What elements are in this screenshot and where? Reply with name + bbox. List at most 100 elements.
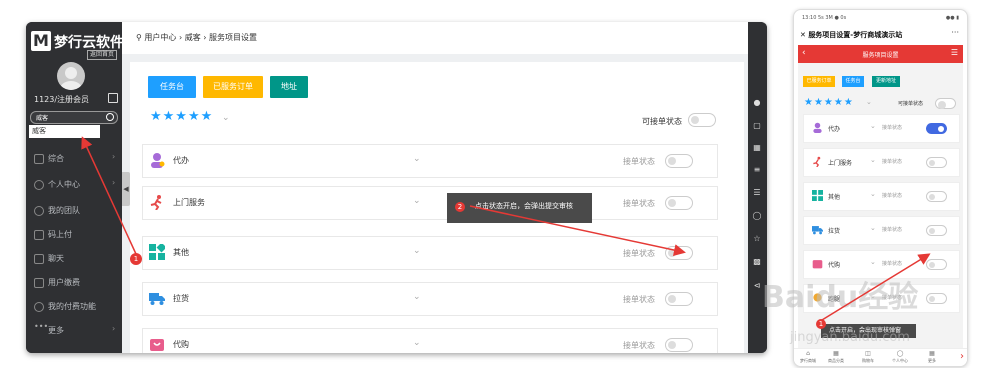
phone-row-home-visit[interactable]: 上门服务 ⌄ 接单状态 — [803, 148, 960, 177]
qrcode-icon[interactable]: ▦ — [752, 143, 762, 153]
phone-row-errand[interactable]: 代办 ⌄ 接单状态 — [803, 114, 960, 143]
service-row-purchase[interactable]: 代购 ⌄ 接单状态 — [142, 328, 718, 353]
sidebar-item-team[interactable]: 我的团队 — [26, 202, 122, 220]
paid-icon — [34, 302, 44, 312]
chevron-down-icon[interactable]: ⌄ — [413, 196, 421, 206]
phone-row-other[interactable]: 其他 ⌄ 接单状态 — [803, 182, 960, 211]
sidebar-item-overview[interactable]: 综合 › — [26, 150, 122, 168]
sidebar-item-label: 用户缴费 — [48, 278, 80, 287]
available-toggle[interactable] — [688, 113, 716, 127]
cart-icon[interactable]: ≡ — [752, 165, 762, 175]
service-row-freight[interactable]: 拉货 ⌄ 接单状态 — [142, 282, 718, 316]
search-result-item[interactable]: 威客 — [29, 125, 100, 138]
chevron-down-icon[interactable]: ⌄ — [222, 113, 230, 123]
sidebar-item-label: 码上付 — [48, 230, 72, 239]
logout-icon[interactable] — [108, 93, 118, 103]
chevron-down-icon[interactable]: ⌄ — [870, 224, 876, 232]
list-icon[interactable]: ☰ — [752, 188, 762, 198]
nav-profile[interactable]: ◯ 个人中心 — [888, 350, 912, 364]
chevron-down-icon[interactable]: ⌄ — [870, 190, 876, 198]
accept-toggle[interactable] — [665, 154, 693, 168]
chevron-down-icon[interactable]: ⌄ — [870, 122, 876, 130]
sidebar-item-chat[interactable]: 聊天 — [26, 250, 122, 268]
chevron-down-icon[interactable]: ⌄ — [413, 292, 421, 302]
sidebar-item-paid-features[interactable]: 我的付费功能 — [26, 298, 122, 316]
service-name: 代购 — [828, 262, 841, 269]
nav-cart[interactable]: ◫ 购物车 — [856, 350, 880, 364]
nav-label: 梦行商城 — [800, 358, 816, 363]
sidebar-item-more[interactable]: ••• 更多 › — [26, 322, 122, 340]
chevron-down-icon[interactable]: ⌄ — [870, 258, 876, 266]
back-home-button[interactable]: 返回首页 — [87, 50, 118, 60]
nav-more[interactable]: ▦ 更多 — [920, 350, 944, 364]
sidebar-search-input[interactable]: 威客 — [30, 111, 118, 124]
sidebar-item-fees[interactable]: 用户缴费 — [26, 274, 122, 292]
nav-categories[interactable]: ▦ 商品分类 — [824, 350, 848, 364]
sidebar-collapse-button[interactable]: ◀ — [122, 172, 130, 206]
print-icon[interactable]: ▩ — [752, 257, 762, 267]
accept-status-label: 接单状态 — [882, 193, 903, 199]
sidebar-item-pay[interactable]: 码上付 — [26, 226, 122, 244]
phone-available-toggle[interactable] — [935, 98, 956, 109]
user-icon[interactable]: ◯ — [752, 211, 762, 221]
service-row-other[interactable]: 其他 ⌄ 接单状态 — [142, 236, 718, 270]
tasks-button[interactable]: 任务台 — [148, 76, 196, 98]
phone-orders-button[interactable]: 已服务订单 — [803, 76, 835, 87]
chevron-down-icon[interactable]: ⌄ — [870, 156, 876, 164]
chevron-down-icon[interactable]: ⌄ — [413, 338, 421, 348]
service-settings-panel: 任务台 已服务订单 地址 ★★★★★ ⌄ 可接单状态 代办 ⌄ 接单状态 上门服… — [130, 62, 744, 353]
chevron-down-icon[interactable]: ⌄ — [870, 292, 876, 300]
menu-icon[interactable]: ☰ — [951, 48, 958, 57]
message-icon[interactable]: ▢ — [752, 121, 762, 131]
chevron-down-icon[interactable]: ⌄ — [866, 98, 872, 106]
phone-tasks-button[interactable]: 任务台 — [842, 76, 864, 87]
phone-available-label: 可接单状态 — [898, 101, 924, 107]
accept-toggle[interactable] — [926, 157, 947, 168]
apps-icon — [812, 190, 823, 201]
service-row-errand[interactable]: 代办 ⌄ 接单状态 — [142, 144, 718, 178]
nav-home[interactable]: ⌂ 梦行商城 — [796, 350, 820, 364]
chat-bubble-icon[interactable]: ● — [752, 98, 762, 108]
phone-tooltip-text: 点击开启，会出现审核弹窗 — [829, 327, 902, 334]
sidebar-item-profile[interactable]: 个人中心 › — [26, 176, 122, 194]
service-row-home-visit[interactable]: 上门服务 ⌄ 接单状态 — [142, 186, 718, 220]
phone-row-purchase[interactable]: 代购 ⌄ 接单状态 — [803, 250, 960, 279]
service-name: 代购 — [173, 340, 189, 349]
chevron-down-icon[interactable]: ⌄ — [413, 154, 421, 164]
nav-label: 购物车 — [862, 358, 874, 363]
avatar[interactable] — [57, 62, 85, 90]
accept-toggle[interactable] — [665, 292, 693, 306]
accept-toggle[interactable] — [926, 123, 947, 134]
share-icon[interactable]: ⊲ — [752, 281, 762, 291]
apps-icon — [149, 244, 165, 260]
accept-toggle[interactable] — [665, 246, 693, 260]
team-icon — [34, 206, 44, 216]
star-icon[interactable]: ☆ — [752, 234, 762, 244]
accept-toggle[interactable] — [665, 196, 693, 210]
phone-row-runner[interactable]: 跑腿 ⌄ 接单状态 — [803, 284, 960, 313]
phone-title-text: 服务项目设置-梦行商城演示站 — [808, 31, 903, 39]
desktop-window: M 梦行云软件 返回首页 1123/注册会员 威客 威客 综合 › 个人中心 › 我… — [26, 22, 767, 353]
fee-icon — [34, 278, 44, 288]
chevron-right-icon: › — [112, 178, 116, 187]
runner-icon — [813, 293, 822, 302]
accept-status-label: 接单状态 — [623, 199, 655, 208]
phone-address-button[interactable]: 更新地址 — [872, 76, 900, 87]
chevron-right-icon[interactable]: › — [960, 351, 964, 362]
more-icon: ••• — [34, 322, 49, 331]
service-name: 上门服务 — [828, 160, 853, 167]
accept-toggle[interactable] — [926, 259, 947, 270]
phone-row-freight[interactable]: 拉货 ⌄ 接单状态 — [803, 216, 960, 245]
accept-toggle[interactable] — [926, 191, 947, 202]
more-menu-icon[interactable]: ··· — [951, 28, 959, 37]
nav-label: 个人中心 — [892, 358, 908, 363]
sidebar-item-label: 综合 — [48, 154, 64, 163]
served-orders-button[interactable]: 已服务订单 — [203, 76, 263, 98]
accept-toggle[interactable] — [926, 225, 947, 236]
chevron-down-icon[interactable]: ⌄ — [413, 246, 421, 256]
search-icon[interactable] — [106, 113, 114, 121]
accept-toggle[interactable] — [665, 338, 693, 352]
annotation-badge: 1 — [816, 319, 826, 329]
address-button[interactable]: 地址 — [270, 76, 308, 98]
accept-toggle[interactable] — [926, 293, 947, 304]
